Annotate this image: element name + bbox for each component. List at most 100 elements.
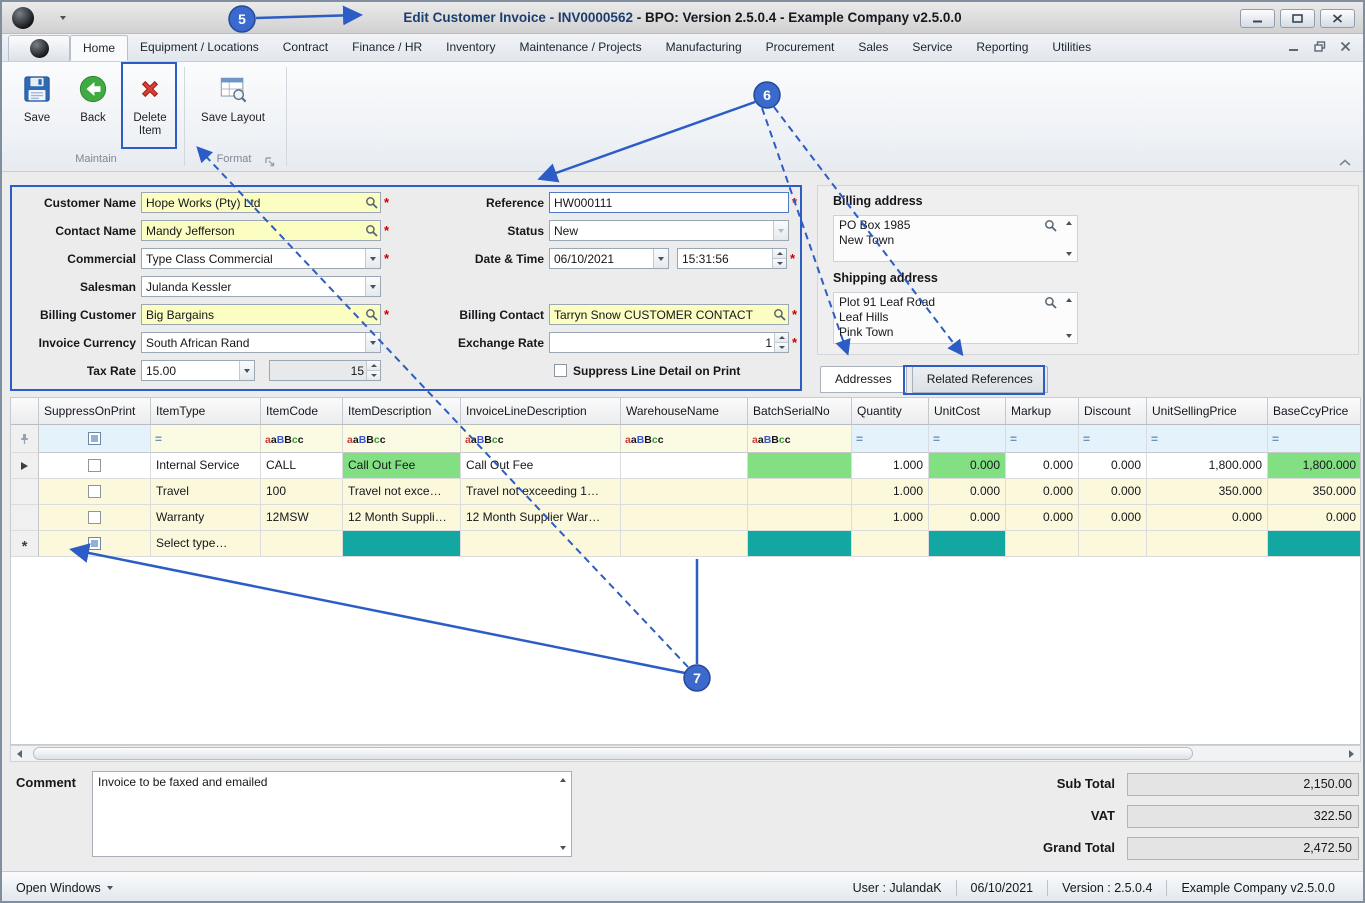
equals-filter-icon[interactable] <box>1151 430 1158 448</box>
search-icon[interactable] <box>1044 296 1057 313</box>
grid-cell[interactable]: 0.000 <box>1268 505 1360 531</box>
grid-cell[interactable] <box>1147 531 1268 557</box>
grid-cell[interactable] <box>852 531 929 557</box>
ribbon-tab-maintenance-projects[interactable]: Maintenance / Projects <box>508 35 654 61</box>
grid-cell[interactable]: 0.000 <box>1147 505 1268 531</box>
dropdown-arrow-icon[interactable] <box>365 249 380 268</box>
grid-cell[interactable]: Select type… <box>151 531 261 557</box>
grid-cell[interactable] <box>748 505 852 531</box>
suppress-line-detail-checkbox[interactable] <box>554 364 567 377</box>
ribbon-collapse-icon[interactable] <box>1338 154 1352 172</box>
grid-cell[interactable] <box>261 531 343 557</box>
grid-cell[interactable]: 100 <box>261 479 343 505</box>
column-header[interactable]: Quantity <box>852 398 929 425</box>
mdi-close-button[interactable] <box>1340 39 1351 57</box>
scroll-left-icon[interactable] <box>11 746 28 761</box>
dropdown-arrow-icon[interactable] <box>653 249 668 268</box>
status-dropdown[interactable]: New <box>549 220 789 241</box>
save-button[interactable]: Save <box>12 66 62 152</box>
suppress-checkbox[interactable] <box>88 537 101 550</box>
equals-filter-icon[interactable] <box>1083 430 1090 448</box>
grid-cell[interactable]: Travel <box>151 479 261 505</box>
grid-cell[interactable] <box>39 453 151 479</box>
column-header[interactable]: SuppressOnPrint <box>39 398 151 425</box>
ribbon-tab-utilities[interactable]: Utilities <box>1040 35 1103 61</box>
filter-cell[interactable] <box>1147 425 1268 453</box>
grid-cell[interactable]: 0.000 <box>1079 479 1147 505</box>
tab-addresses[interactable]: Addresses <box>820 366 907 393</box>
text-filter-icon[interactable]: aBc <box>625 430 664 448</box>
grid-cell[interactable] <box>748 479 852 505</box>
scroll-up-icon[interactable] <box>1066 298 1072 302</box>
tax-rate-dropdown[interactable]: 15.00 <box>141 360 255 381</box>
grid-cell[interactable] <box>929 531 1006 557</box>
grid-cell[interactable]: 0.000 <box>929 453 1006 479</box>
grid-cell[interactable] <box>748 453 852 479</box>
app-menu-button[interactable] <box>8 35 70 61</box>
filter-cell[interactable] <box>929 425 1006 453</box>
grid-cell[interactable]: 1.000 <box>852 505 929 531</box>
scroll-down-icon[interactable] <box>1066 334 1072 338</box>
filter-cell[interactable] <box>852 425 929 453</box>
ribbon-tab-manufacturing[interactable]: Manufacturing <box>654 35 754 61</box>
column-header[interactable]: Discount <box>1079 398 1147 425</box>
equals-filter-icon[interactable] <box>155 430 162 448</box>
mdi-restore-button[interactable] <box>1314 39 1326 57</box>
spin-up-icon[interactable] <box>773 249 786 258</box>
grid-cell[interactable] <box>621 531 748 557</box>
grid-cell[interactable]: 0.000 <box>929 479 1006 505</box>
save-layout-button[interactable]: Save Lay­out <box>192 66 274 152</box>
dropdown-arrow-icon[interactable] <box>365 277 380 296</box>
scroll-down-icon[interactable] <box>1066 252 1072 256</box>
grid-cell[interactable] <box>621 479 748 505</box>
grid-cell[interactable]: Travel not exceeding 1… <box>461 479 621 505</box>
invoice-currency-dropdown[interactable]: South African Rand <box>141 332 381 353</box>
commercial-dropdown[interactable]: Type Class Commercial <box>141 248 381 269</box>
close-button[interactable] <box>1320 9 1355 28</box>
grid-cell[interactable]: 0.000 <box>1006 479 1079 505</box>
grid-cell[interactable]: Travel not exce… <box>343 479 461 505</box>
new-invoice-line-row[interactable]: Select type… <box>11 531 1360 557</box>
grid-cell[interactable]: 1.000 <box>852 479 929 505</box>
salesman-dropdown[interactable]: Julanda Kessler <box>141 276 381 297</box>
tab-related-references[interactable]: Related References <box>911 366 1048 393</box>
billing-customer-field[interactable]: Big Bargains <box>141 304 381 325</box>
text-filter-icon[interactable]: aBc <box>347 430 386 448</box>
open-windows-button[interactable]: Open Windows <box>16 881 113 895</box>
ribbon-tab-sales[interactable]: Sales <box>846 35 900 61</box>
grid-cell[interactable] <box>1268 531 1360 557</box>
grid-cell[interactable] <box>39 531 151 557</box>
tax-amount-spinner[interactable]: 15 <box>269 360 381 381</box>
grid-cell[interactable]: 1.000 <box>852 453 929 479</box>
column-header[interactable]: WarehouseName <box>621 398 748 425</box>
grid-cell[interactable]: 12MSW <box>261 505 343 531</box>
suppress-filter-checkbox[interactable] <box>88 432 101 445</box>
column-header[interactable]: ItemType <box>151 398 261 425</box>
ribbon-tab-inventory[interactable]: Inventory <box>434 35 507 61</box>
grid-cell[interactable]: Internal Service <box>151 453 261 479</box>
grid-cell[interactable]: Warranty <box>151 505 261 531</box>
mdi-minimize-button[interactable] <box>1288 39 1300 57</box>
ribbon-tab-service[interactable]: Service <box>900 35 964 61</box>
grid-cell[interactable]: 0.000 <box>1079 505 1147 531</box>
grid-cell[interactable]: 350.000 <box>1147 479 1268 505</box>
grid-cell[interactable]: 0.000 <box>1006 505 1079 531</box>
grid-cell[interactable]: 1,800.000 <box>1268 453 1360 479</box>
spin-down-icon[interactable] <box>367 370 380 380</box>
spin-down-icon[interactable] <box>773 258 786 268</box>
grid-cell[interactable]: Call Out Fee <box>343 453 461 479</box>
ribbon-tab-reporting[interactable]: Reporting <box>964 35 1040 61</box>
reference-field[interactable]: HW000111 <box>549 192 789 213</box>
equals-filter-icon[interactable] <box>933 430 940 448</box>
horizontal-scrollbar[interactable] <box>10 745 1361 762</box>
column-header[interactable]: Markup <box>1006 398 1079 425</box>
ribbon-tab-finance-hr[interactable]: Finance / HR <box>340 35 434 61</box>
suppress-checkbox[interactable] <box>88 511 101 524</box>
invoice-date-picker[interactable]: 06/10/2021 <box>549 248 669 269</box>
column-header[interactable]: BatchSerialNo <box>748 398 852 425</box>
maximize-button[interactable] <box>1280 9 1315 28</box>
column-header[interactable]: InvoiceLineDescription <box>461 398 621 425</box>
filter-cell[interactable] <box>39 425 151 453</box>
invoice-time-spinner[interactable]: 15:31:56 <box>677 248 787 269</box>
invoice-line-row[interactable]: Travel 100 Travel not exce… Travel not e… <box>11 479 1360 505</box>
